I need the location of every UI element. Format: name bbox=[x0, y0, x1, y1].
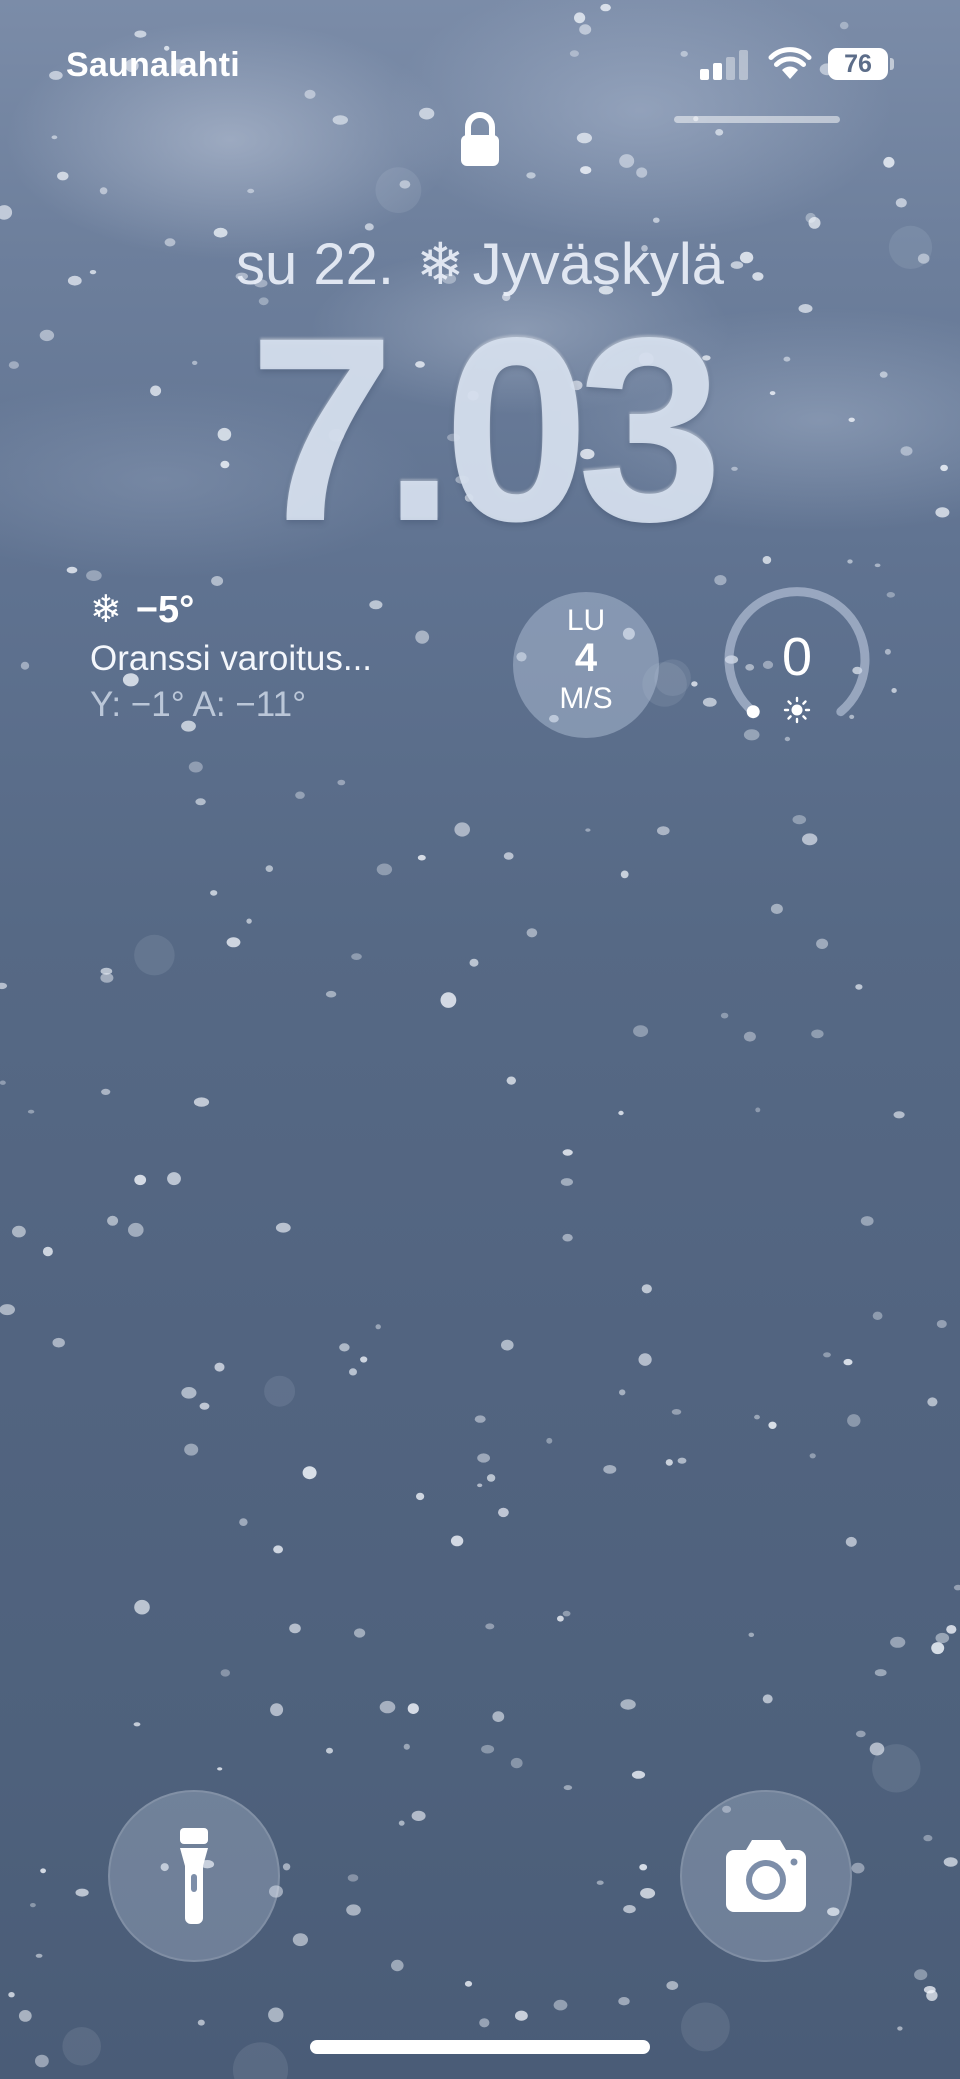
battery-tip bbox=[890, 58, 894, 70]
wind-speed: 4 bbox=[574, 636, 598, 680]
lock-icon bbox=[461, 112, 499, 166]
lock-screen-clock: 7.03 bbox=[249, 283, 723, 576]
snowflake-icon: ❄ bbox=[90, 589, 122, 631]
sun-icon bbox=[783, 696, 811, 724]
flashlight-button[interactable] bbox=[108, 1790, 280, 1962]
current-temperature: −5° bbox=[135, 589, 195, 631]
camera-icon bbox=[726, 1840, 806, 1912]
wind-widget[interactable]: LU 4 M/S bbox=[513, 592, 659, 738]
battery-icon: 76 bbox=[828, 48, 888, 80]
weather-warning: Oranssi varoitus... bbox=[90, 639, 373, 678]
uv-index-value: 0 bbox=[781, 627, 813, 687]
camera-button[interactable] bbox=[680, 1790, 852, 1962]
flashlight-icon bbox=[180, 1828, 208, 1924]
weather-temperature-row: ❄ −5° bbox=[90, 584, 490, 636]
uv-index-widget[interactable]: 0 bbox=[720, 584, 874, 738]
high-low-temperature: Y: −1° A: −11° bbox=[90, 685, 307, 724]
wind-direction: LU bbox=[566, 604, 606, 637]
weather-widget[interactable]: ❄ −5° Oranssi varoitus... Y: −1° A: −11° bbox=[90, 584, 490, 728]
standby-indicator-bar bbox=[674, 116, 840, 123]
wind-unit: M/S bbox=[559, 682, 613, 715]
carrier-name: Saunalahti bbox=[66, 46, 240, 84]
lock-screen: Saunalahti 76 su 22. ❄ Jyväskylä 7.03 ❄ −5°… bbox=[0, 0, 960, 2079]
home-indicator[interactable] bbox=[310, 2040, 650, 2054]
wifi-icon bbox=[768, 47, 812, 79]
cellular-signal-icon bbox=[700, 50, 750, 80]
